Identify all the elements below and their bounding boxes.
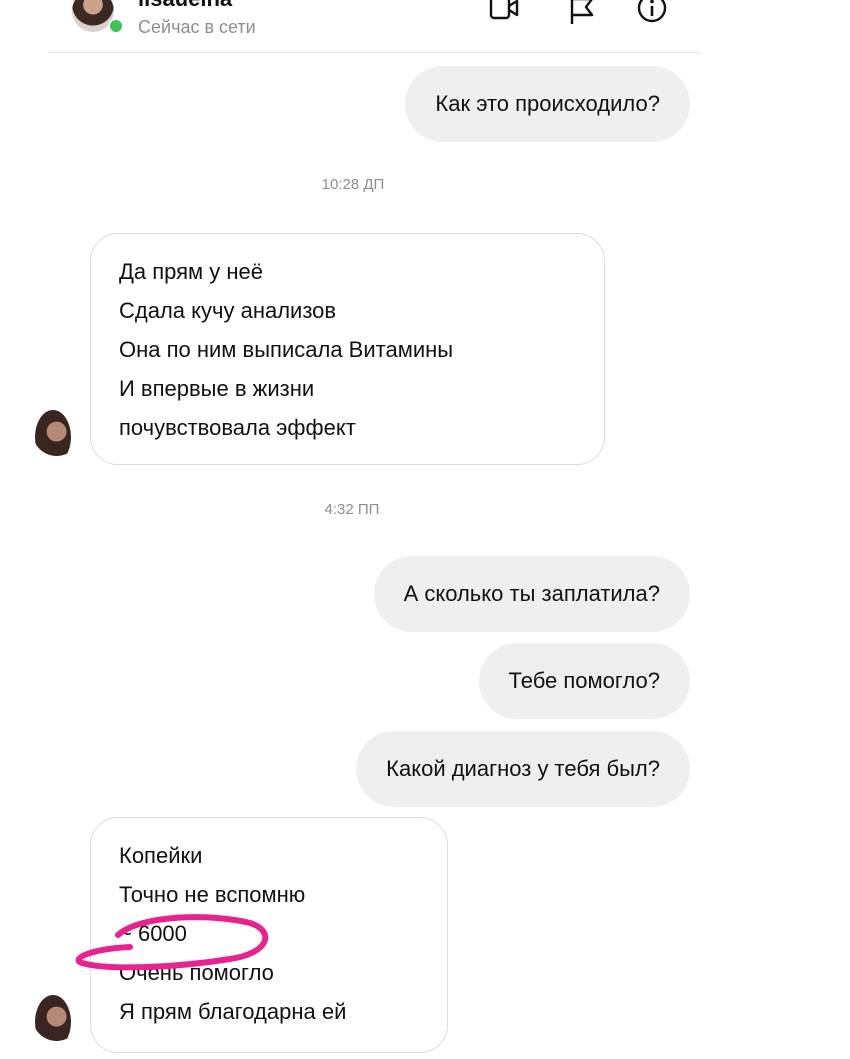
- message-outgoing[interactable]: Какой диагноз у тебя был?: [356, 731, 690, 807]
- chat-header: lisaueina Сейчас в сети: [48, 0, 701, 53]
- message-incoming[interactable]: Копейки Точно не вспомню ~ 6000 Очень по…: [90, 817, 448, 1053]
- message-outgoing[interactable]: Тебе помогло?: [478, 643, 690, 719]
- message-line: ~ 6000: [119, 921, 187, 946]
- sender-avatar[interactable]: [35, 995, 71, 1049]
- message-outgoing[interactable]: А сколько ты заплатила?: [373, 556, 690, 632]
- message-line: Точно не вспомню: [119, 882, 306, 907]
- message-timestamp: 10:28 ДП: [321, 176, 385, 193]
- contact-name[interactable]: lisaueina: [138, 0, 232, 12]
- message-line: И впервые в жизни: [119, 376, 315, 401]
- chat-screen: lisaueina Сейчас в сети Как это происход…: [0, 0, 850, 1059]
- message-incoming[interactable]: Да прям у неё Сдала кучу анализов Она по…: [90, 233, 605, 465]
- message-line: Сдала кучу анализов: [119, 298, 337, 323]
- message-line: Очень помогло: [119, 960, 274, 985]
- message-line: Да прям у неё: [119, 259, 264, 284]
- info-icon[interactable]: [636, 0, 668, 26]
- sender-avatar[interactable]: [35, 410, 71, 464]
- video-call-icon[interactable]: [488, 0, 520, 26]
- contact-status: Сейчас в сети: [138, 17, 256, 37]
- flag-icon[interactable]: [566, 0, 598, 26]
- online-status-dot: [108, 18, 124, 34]
- message-line: Она по ним выписала Витамины: [119, 337, 454, 362]
- message-timestamp: 4:32 ПП: [324, 501, 380, 518]
- message-outgoing[interactable]: Как это происходило?: [405, 66, 690, 142]
- message-line: Я прям благодарна ей: [119, 999, 347, 1024]
- message-line: почувствовала эффект: [119, 415, 356, 440]
- message-line: Копейки: [119, 843, 203, 868]
